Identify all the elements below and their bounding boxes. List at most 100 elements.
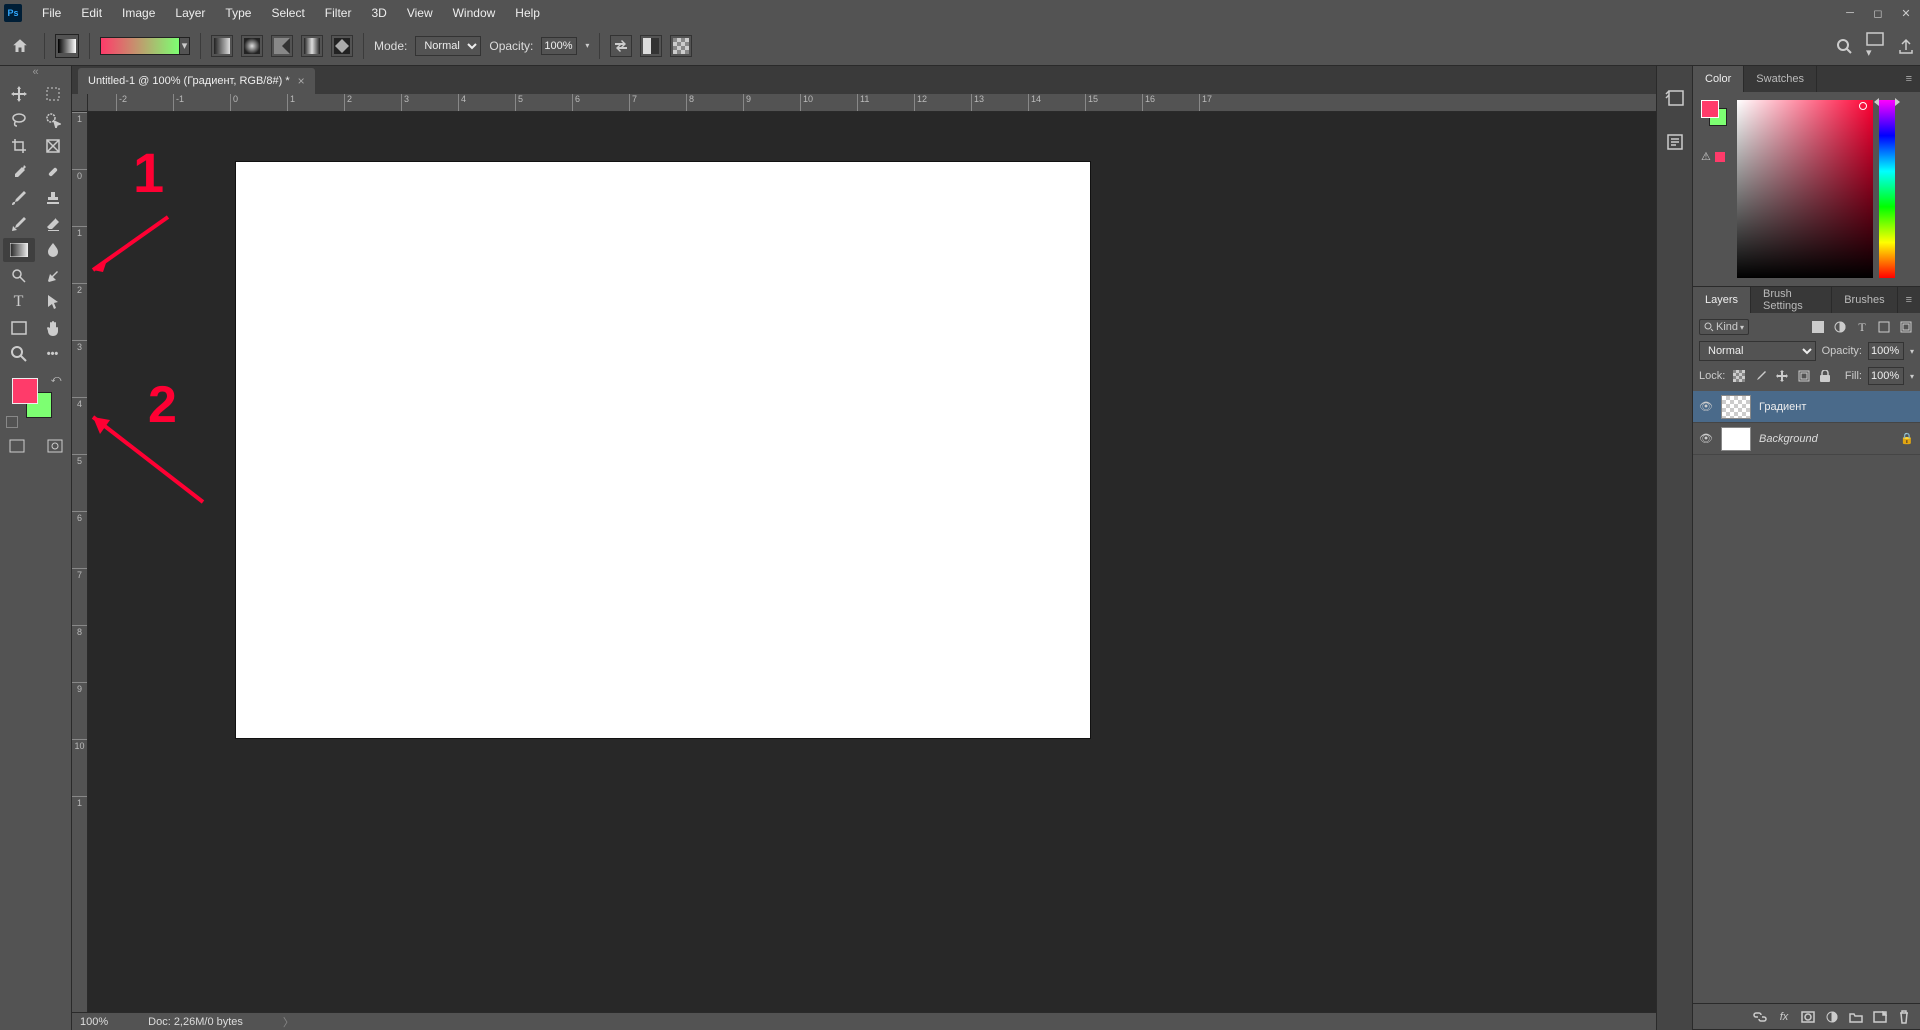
lasso-tool[interactable] xyxy=(3,108,35,132)
type-tool[interactable]: T xyxy=(3,290,35,314)
hand-tool[interactable] xyxy=(37,316,69,340)
filter-shape-icon[interactable] xyxy=(1876,319,1892,335)
menu-select[interactable]: Select xyxy=(261,0,314,26)
filter-adjust-icon[interactable] xyxy=(1832,319,1848,335)
hue-slider[interactable] xyxy=(1879,100,1895,278)
layer-name[interactable]: Градиент xyxy=(1759,401,1914,413)
foreground-color[interactable] xyxy=(12,378,38,404)
layers-panel-menu[interactable]: ≡ xyxy=(1898,294,1920,306)
gradient-diamond[interactable] xyxy=(331,35,353,57)
fill-input[interactable] xyxy=(1868,367,1904,385)
dodge-tool[interactable] xyxy=(3,264,35,288)
gradient-picker-arrow[interactable]: ▾ xyxy=(180,37,190,55)
properties-panel-icon[interactable] xyxy=(1663,130,1687,154)
layer-filter-kind[interactable]: Kind ▾ xyxy=(1699,319,1749,335)
standard-mode[interactable] xyxy=(1,434,33,458)
crop-tool[interactable] xyxy=(3,134,35,158)
eraser-tool[interactable] xyxy=(37,212,69,236)
visibility-icon[interactable]: 👁 xyxy=(1699,400,1713,413)
marquee-tool[interactable] xyxy=(37,82,69,106)
swap-colors-icon[interactable]: ⤺ xyxy=(51,374,62,385)
gradient-tool[interactable] xyxy=(3,238,35,262)
home-button[interactable] xyxy=(6,32,34,60)
menu-view[interactable]: View xyxy=(397,0,443,26)
new-layer-icon[interactable] xyxy=(1872,1009,1888,1025)
tab-layers[interactable]: Layers xyxy=(1693,287,1751,313)
gradient-angle[interactable] xyxy=(271,35,293,57)
gradient-radial[interactable] xyxy=(241,35,263,57)
screen-mode-icon[interactable]: ▾ xyxy=(1866,32,1884,59)
shape-tool[interactable] xyxy=(3,316,35,340)
quick-select-tool[interactable] xyxy=(37,108,69,132)
dither-toggle[interactable] xyxy=(640,35,662,57)
history-panel-icon[interactable] xyxy=(1663,86,1687,110)
gradient-tool-preset[interactable] xyxy=(55,34,79,58)
layer-row[interactable]: 👁 Градиент xyxy=(1693,391,1920,423)
menu-3d[interactable]: 3D xyxy=(361,0,396,26)
adjustment-layer-icon[interactable] xyxy=(1824,1009,1840,1025)
mode-select[interactable]: Normal xyxy=(415,36,481,56)
color-swatches[interactable]: ⤺ xyxy=(4,374,68,430)
move-tool[interactable] xyxy=(3,82,35,106)
brush-tool[interactable] xyxy=(3,186,35,210)
frame-tool[interactable] xyxy=(37,134,69,158)
menu-layer[interactable]: Layer xyxy=(165,0,215,26)
menu-filter[interactable]: Filter xyxy=(315,0,362,26)
reverse-toggle[interactable] xyxy=(610,35,632,57)
tab-color[interactable]: Color xyxy=(1693,66,1744,92)
menu-help[interactable]: Help xyxy=(505,0,550,26)
layer-opacity-input[interactable] xyxy=(1868,342,1904,360)
stamp-tool[interactable] xyxy=(37,186,69,210)
lock-transparency-icon[interactable] xyxy=(1731,368,1747,384)
blur-tool[interactable] xyxy=(37,238,69,262)
tab-close-icon[interactable]: × xyxy=(298,74,305,88)
eyedropper-tool[interactable] xyxy=(3,160,35,184)
pen-tool[interactable] xyxy=(37,264,69,288)
tab-swatches[interactable]: Swatches xyxy=(1744,66,1817,92)
gradient-reflected[interactable] xyxy=(301,35,323,57)
link-layers-icon[interactable] xyxy=(1752,1009,1768,1025)
opacity-input[interactable] xyxy=(541,37,577,55)
menu-type[interactable]: Type xyxy=(215,0,261,26)
tab-brush-settings[interactable]: Brush Settings xyxy=(1751,287,1832,313)
window-close[interactable]: ✕ xyxy=(1892,0,1920,26)
tools-collapse[interactable]: « xyxy=(0,66,71,78)
canvas[interactable] xyxy=(236,162,1090,738)
filter-smart-icon[interactable] xyxy=(1898,319,1914,335)
filter-pixel-icon[interactable] xyxy=(1810,319,1826,335)
blend-mode-select[interactable]: Normal xyxy=(1699,341,1816,361)
zoom-tool[interactable] xyxy=(3,342,35,366)
group-icon[interactable] xyxy=(1848,1009,1864,1025)
transparency-toggle[interactable] xyxy=(670,35,692,57)
menu-edit[interactable]: Edit xyxy=(71,0,112,26)
filter-type-icon[interactable]: T xyxy=(1854,319,1870,335)
search-icon[interactable] xyxy=(1836,38,1852,54)
layer-mask-icon[interactable] xyxy=(1800,1009,1816,1025)
more-tools[interactable]: ••• xyxy=(37,342,69,366)
default-colors-icon[interactable] xyxy=(6,416,18,428)
panel-fg-color[interactable] xyxy=(1701,100,1719,118)
menu-window[interactable]: Window xyxy=(443,0,506,26)
heal-tool[interactable] xyxy=(37,160,69,184)
menu-file[interactable]: File xyxy=(32,0,71,26)
visibility-icon[interactable]: 👁 xyxy=(1699,432,1713,445)
document-tab[interactable]: Untitled-1 @ 100% (Градиент, RGB/8#) * × xyxy=(78,68,315,94)
gradient-linear[interactable] xyxy=(211,35,233,57)
lock-pixels-icon[interactable] xyxy=(1753,368,1769,384)
window-maximize[interactable]: ◻ xyxy=(1864,0,1892,26)
lock-position-icon[interactable] xyxy=(1774,368,1790,384)
color-field[interactable] xyxy=(1737,100,1873,278)
layer-name[interactable]: Background xyxy=(1759,433,1892,445)
color-panel-menu[interactable]: ≡ xyxy=(1898,73,1920,85)
history-brush-tool[interactable] xyxy=(3,212,35,236)
layer-fx-icon[interactable]: fx xyxy=(1776,1009,1792,1025)
window-minimize[interactable]: ─ xyxy=(1836,0,1864,26)
lock-artboard-icon[interactable] xyxy=(1796,368,1812,384)
menu-image[interactable]: Image xyxy=(112,0,165,26)
zoom-display[interactable]: 100% xyxy=(80,1016,108,1028)
share-icon[interactable] xyxy=(1898,38,1914,54)
quickmask-mode[interactable] xyxy=(39,434,71,458)
path-select-tool[interactable] xyxy=(37,290,69,314)
layer-row[interactable]: 👁Background🔒 xyxy=(1693,423,1920,455)
tab-brushes[interactable]: Brushes xyxy=(1832,287,1897,313)
